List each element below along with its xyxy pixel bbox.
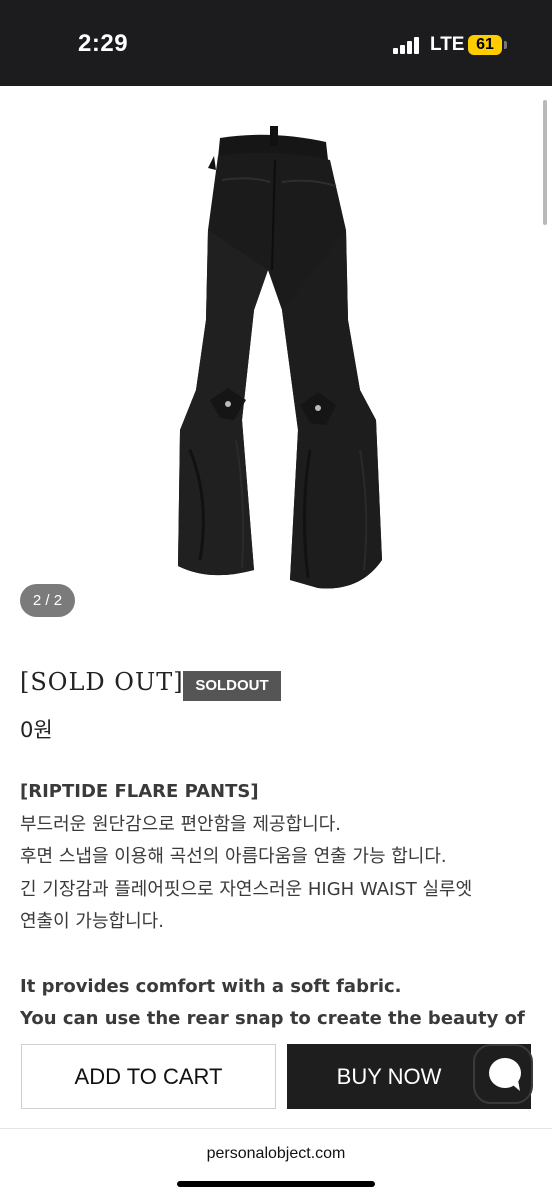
- description-line: 후면 스냅을 이용해 곡선의 아름다움을 연출 가능 합니다.: [20, 846, 447, 867]
- description-line: 긴 기장감과 플레어핏으로 자연스러운 HIGH WAIST 실루엣: [20, 878, 473, 900]
- product-description: [RIPTIDE FLARE PANTS] 부드러운 원단감으로 편안함을 제공…: [20, 776, 535, 1030]
- status-bar: 2:29 LTE 61: [0, 0, 552, 86]
- home-indicator[interactable]: [177, 1181, 375, 1187]
- product-title: [SOLD OUT]: [20, 668, 184, 696]
- description-product-name: [RIPTIDE FLARE PANTS]: [20, 781, 259, 802]
- battery-tip: [504, 41, 507, 49]
- buy-now-label: BUY NOW: [336, 1064, 442, 1089]
- soldout-badge: SOLDOUT: [183, 671, 281, 701]
- chat-bubble-tail: [508, 1079, 520, 1093]
- description-line: 부드러운 원단감으로 편안함을 제공합니다.: [20, 813, 341, 835]
- description-english-line: You can use the rear snap to create the …: [20, 1008, 525, 1029]
- description-line: 연출이 가능합니다.: [20, 911, 164, 932]
- signal-icon: [393, 36, 419, 54]
- url-text: personalobject.com: [206, 1145, 346, 1162]
- chat-button[interactable]: [473, 1044, 533, 1104]
- browser-url-bar[interactable]: personalobject.com: [0, 1128, 552, 1200]
- network-type: LTE: [430, 34, 465, 55]
- status-time: 2:29: [78, 30, 129, 57]
- product-image[interactable]: [150, 120, 402, 598]
- add-to-cart-button[interactable]: ADD TO CART: [21, 1044, 276, 1109]
- battery-icon: 61: [468, 35, 502, 55]
- image-page-counter: 2 / 2: [20, 584, 75, 617]
- product-price: 0원: [20, 718, 53, 742]
- scroll-indicator[interactable]: [543, 100, 547, 225]
- description-english-line: It provides comfort with a soft fabric.: [20, 975, 402, 997]
